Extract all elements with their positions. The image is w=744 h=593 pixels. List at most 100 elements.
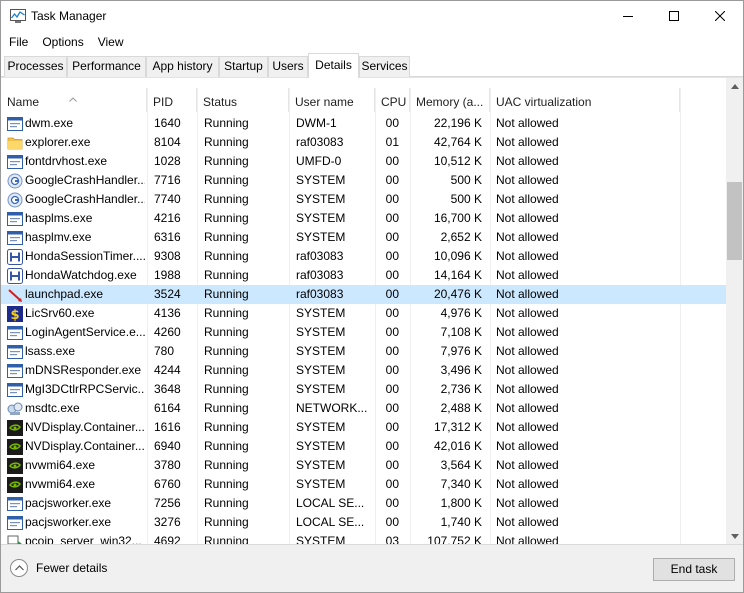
cell-status: Running xyxy=(204,496,249,510)
cell-cpu: 00 xyxy=(385,344,399,358)
cell-cpu: 00 xyxy=(385,306,399,320)
cell-name: explorer.exe xyxy=(25,135,91,149)
column-header-user-name[interactable]: User name xyxy=(289,88,375,112)
cell-pid: 7740 xyxy=(154,192,181,206)
column-header-name[interactable]: Name xyxy=(1,88,147,112)
table-row[interactable]: hasplmv.exe 6316 Running SYSTEM 00 2,652 K Not… xyxy=(1,228,726,247)
cell-user-name: SYSTEM xyxy=(296,534,346,544)
table-row[interactable]: pcoip_server_win32... 4692 Running SYSTEM 03… xyxy=(1,532,726,544)
cell-name: NVDisplay.Container... xyxy=(25,439,145,453)
msdtc-icon xyxy=(7,401,23,417)
cell-pid: 3648 xyxy=(154,382,181,396)
cell-name: mDNSResponder.exe xyxy=(25,363,142,377)
cell-user-name: SYSTEM xyxy=(296,382,346,396)
cell-pid: 8104 xyxy=(154,135,181,149)
column-header-status[interactable]: Status xyxy=(197,88,289,112)
column-header-cpu[interactable]: CPU xyxy=(375,88,410,112)
cell-pid: 4216 xyxy=(154,211,181,225)
tab-users[interactable]: Users xyxy=(268,56,308,77)
table-row[interactable]: lsass.exe 780 Running SYSTEM 00 7,976 K Not al… xyxy=(1,342,726,361)
cell-status: Running xyxy=(204,325,249,339)
scroll-up-button[interactable] xyxy=(726,78,743,95)
tab-details[interactable]: Details xyxy=(308,53,359,78)
table-row[interactable]: nvwmi64.exe 3780 Running SYSTEM 00 3,564 K Not… xyxy=(1,456,726,475)
cell-user-name: SYSTEM xyxy=(296,192,346,206)
column-header-uac-virtualization[interactable]: UAC virtualization xyxy=(490,88,680,112)
menu-view[interactable]: View xyxy=(91,32,131,52)
menu-options[interactable]: Options xyxy=(35,32,90,52)
cell-status: Running xyxy=(204,287,249,301)
menu-bar: File Options View xyxy=(1,32,743,52)
cell-name: NVDisplay.Container... xyxy=(25,420,145,434)
table-row[interactable]: NVDisplay.Container... 6940 Running SYSTEM 0… xyxy=(1,437,726,456)
cell-uac-virtualization: Not allowed xyxy=(496,173,559,187)
table-row[interactable]: launchpad.exe 3524 Running raf03083 00 20,476… xyxy=(1,285,726,304)
table-row[interactable]: fontdrvhost.exe 1028 Running UMFD-0 00 10,512… xyxy=(1,152,726,171)
table-row[interactable]: explorer.exe 8104 Running raf03083 01 42,764 … xyxy=(1,133,726,152)
minimize-button[interactable] xyxy=(605,1,651,31)
table-row[interactable]: pacjsworker.exe 7256 Running LOCAL SE... 00 1… xyxy=(1,494,726,513)
sort-ascending-icon xyxy=(69,97,77,102)
table-row[interactable]: $ LicSrv60.exe 4136 Running SYSTEM 00 4,976 K N… xyxy=(1,304,726,323)
scrollbar-thumb[interactable] xyxy=(727,182,742,260)
generic-window-icon xyxy=(7,325,23,341)
table-row[interactable]: LoginAgentService.e... 4260 Running SYSTEM 0… xyxy=(1,323,726,342)
cell-uac-virtualization: Not allowed xyxy=(496,268,559,282)
table-row[interactable]: mDNSResponder.exe 4244 Running SYSTEM 00 3,49… xyxy=(1,361,726,380)
table-row[interactable]: NVDisplay.Container... 1616 Running SYSTEM 0… xyxy=(1,418,726,437)
table-row[interactable]: MgI3DCtlrRPCServic... 3648 Running SYSTEM 00… xyxy=(1,380,726,399)
cell-memory: 10,512 K xyxy=(433,154,482,168)
cell-pid: 7716 xyxy=(154,173,181,187)
table-row[interactable]: hasplms.exe 4216 Running SYSTEM 00 16,700 K No… xyxy=(1,209,726,228)
cell-uac-virtualization: Not allowed xyxy=(496,477,559,491)
table-row[interactable]: HondaSessionTimer.... 9308 Running raf03083… xyxy=(1,247,726,266)
table-row[interactable]: msdtc.exe 6164 Running NETWORK... 00 2,488 K N… xyxy=(1,399,726,418)
cell-status: Running xyxy=(204,515,249,529)
cell-user-name: LOCAL SE... xyxy=(296,515,365,529)
cell-status: Running xyxy=(204,382,249,396)
menu-file[interactable]: File xyxy=(1,32,35,52)
column-header-pid[interactable]: PID xyxy=(147,88,197,112)
table-row[interactable]: GoogleCrashHandler... 7740 Running SYSTEM 00… xyxy=(1,190,726,209)
column-header-memory[interactable]: Memory (a... xyxy=(410,88,490,112)
title-bar[interactable]: Task Manager xyxy=(1,1,743,31)
tab-app-history[interactable]: App history xyxy=(146,56,219,77)
maximize-button[interactable] xyxy=(651,1,697,31)
cell-cpu: 00 xyxy=(385,211,399,225)
cell-uac-virtualization: Not allowed xyxy=(496,401,559,415)
table-row[interactable]: dwm.exe 1640 Running DWM-1 00 22,196 K Not all… xyxy=(1,114,726,133)
cell-name: pacjsworker.exe xyxy=(25,515,112,529)
cell-uac-virtualization: Not allowed xyxy=(496,249,559,263)
end-task-button[interactable]: End task xyxy=(653,558,735,581)
honda-icon xyxy=(7,249,23,265)
close-button[interactable] xyxy=(697,1,743,31)
cell-memory: 22,196 K xyxy=(433,116,482,130)
generic-window-icon xyxy=(7,211,23,227)
table-row[interactable]: nvwmi64.exe 6760 Running SYSTEM 00 7,340 K Not… xyxy=(1,475,726,494)
cell-status: Running xyxy=(204,249,249,263)
cell-user-name: raf03083 xyxy=(296,135,344,149)
cell-pid: 7256 xyxy=(154,496,181,510)
table-row[interactable]: GoogleCrashHandler... 7716 Running SYSTEM 00… xyxy=(1,171,726,190)
vertical-scrollbar[interactable] xyxy=(726,78,743,544)
cell-user-name: SYSTEM xyxy=(296,420,346,434)
tab-performance[interactable]: Performance xyxy=(67,56,146,77)
tab-processes[interactable]: Processes xyxy=(4,56,67,77)
cell-name: GoogleCrashHandler... xyxy=(25,173,145,187)
tab-startup[interactable]: Startup xyxy=(219,56,268,77)
scroll-up-arrow-icon xyxy=(730,84,739,89)
table-row[interactable]: HondaWatchdog.exe 1988 Running raf03083 00 14… xyxy=(1,266,726,285)
table-row[interactable]: pacjsworker.exe 3276 Running LOCAL SE... 00 1… xyxy=(1,513,726,532)
cell-cpu: 00 xyxy=(385,515,399,529)
cell-status: Running xyxy=(204,439,249,453)
cell-memory: 1,800 K xyxy=(440,496,482,510)
fewer-details-link[interactable]: Fewer details xyxy=(10,559,107,577)
tab-services[interactable]: Services xyxy=(359,56,410,77)
scroll-down-button[interactable] xyxy=(726,528,743,544)
cell-user-name: SYSTEM xyxy=(296,230,346,244)
cell-status: Running xyxy=(204,306,249,320)
cell-uac-virtualization: Not allowed xyxy=(496,344,559,358)
cell-cpu: 00 xyxy=(385,420,399,434)
cell-pid: 9308 xyxy=(154,249,181,263)
cell-name: msdtc.exe xyxy=(25,401,80,415)
